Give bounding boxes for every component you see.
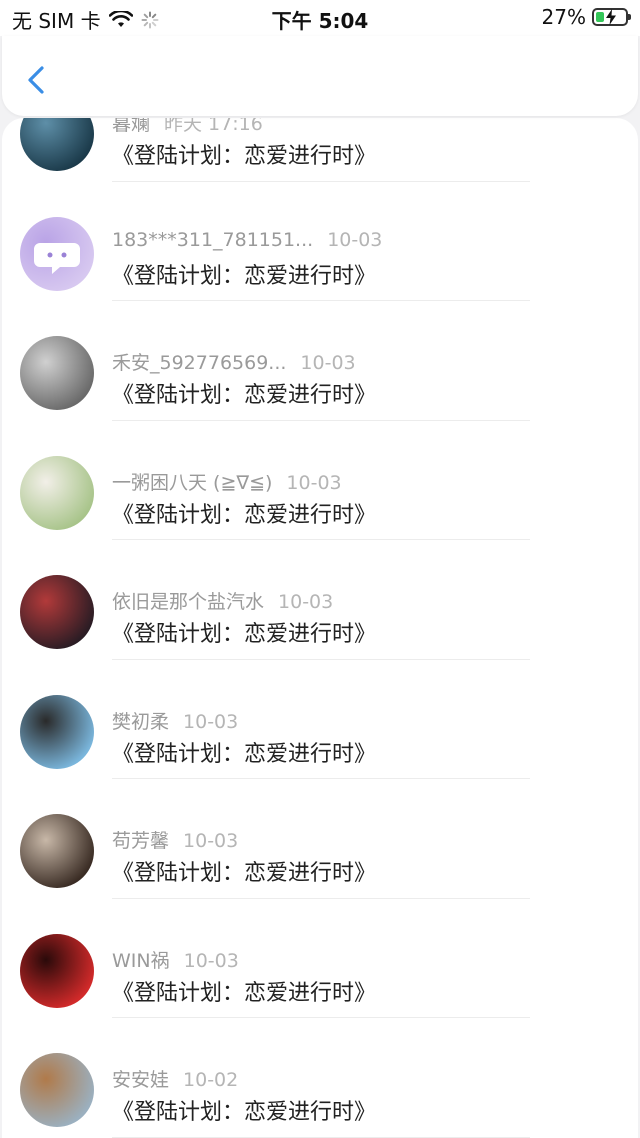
avatar[interactable] xyxy=(20,575,94,649)
charging-bolt-icon xyxy=(606,9,616,25)
user-name[interactable]: 依旧是那个盐汽水 xyxy=(112,591,264,613)
comment-meta: 安安娃 10-02 xyxy=(112,1065,238,1092)
user-name[interactable]: WIN祸 xyxy=(112,950,170,972)
avatar[interactable] xyxy=(20,336,94,410)
list-item[interactable]: 樊初柔 10-03 《登陆计划：恋爱进行时》 xyxy=(2,660,638,779)
comment-meta: 樊初柔 10-03 xyxy=(112,707,238,734)
book-title[interactable]: 《登陆计划：恋爱进行时》 xyxy=(112,975,376,1007)
comment-meta: 183***311_781151... 10-03 xyxy=(112,229,382,251)
comment-time: 10-03 xyxy=(327,228,383,251)
comment-meta: 苟芳馨 10-03 xyxy=(112,826,238,853)
list-item[interactable]: 苟芳馨 10-03 《登陆计划：恋爱进行时》 xyxy=(2,779,638,899)
book-title[interactable]: 《登陆计划：恋爱进行时》 xyxy=(112,377,376,409)
comment-time: 10-03 xyxy=(300,352,356,374)
book-title[interactable]: 《登陆计划：恋爱进行时》 xyxy=(112,258,376,290)
divider xyxy=(112,1136,530,1138)
user-name[interactable]: 一粥困八天 (≧∇≦) xyxy=(112,472,272,494)
avatar[interactable] xyxy=(20,216,94,291)
list-item[interactable]: 依旧是那个盐汽水 10-03 《登陆计划：恋爱进行时》 xyxy=(2,540,638,660)
battery-fill xyxy=(596,12,604,22)
user-name[interactable]: 禾安_592776569... xyxy=(112,352,286,374)
user-name[interactable]: 樊初柔 xyxy=(112,711,169,733)
comment-list-card: 暮斓 昨天 17:16 《登陆计划：恋爱进行时》 183***311_781151… xyxy=(2,118,638,1138)
comment-meta: 禾安_592776569... 10-03 xyxy=(112,348,356,375)
book-title[interactable]: 《登陆计划：恋爱进行时》 xyxy=(112,616,376,648)
list-item[interactable]: 禾安_592776569... 10-03 《登陆计划：恋爱进行时》 xyxy=(2,301,638,421)
screen: 无 SIM 卡 下午 5:04 27% 暮斓 昨天 17:16 《登陆计划：恋爱… xyxy=(0,0,640,1138)
user-name[interactable]: 183***311_781151... xyxy=(112,229,313,251)
chat-bubble-avatar-icon xyxy=(34,242,80,274)
avatar[interactable] xyxy=(20,118,94,171)
comment-time: 10-03 xyxy=(183,949,239,972)
comment-time: 昨天 17:16 xyxy=(164,118,263,135)
avatar[interactable] xyxy=(20,455,94,530)
comment-meta: 暮斓 昨天 17:16 xyxy=(112,118,263,136)
book-title[interactable]: 《登陆计划：恋爱进行时》 xyxy=(112,736,376,768)
avatar[interactable] xyxy=(20,814,94,888)
book-title[interactable]: 《登陆计划：恋爱进行时》 xyxy=(112,855,376,887)
list-item[interactable]: 183***311_781151... 10-03 《登陆计划：恋爱进行时》 xyxy=(2,182,638,301)
battery-icon xyxy=(592,8,631,26)
avatar[interactable] xyxy=(20,933,94,1008)
user-name[interactable]: 暮斓 xyxy=(112,118,150,135)
chevron-left-icon xyxy=(28,66,44,94)
list-item[interactable]: 安安娃 10-02 《登陆计划：恋爱进行时》 xyxy=(2,1018,638,1138)
avatar[interactable] xyxy=(20,694,94,769)
back-button[interactable] xyxy=(20,60,52,100)
book-title[interactable]: 《登陆计划：恋爱进行时》 xyxy=(112,1094,376,1126)
battery-percent: 27% xyxy=(541,5,586,29)
book-title[interactable]: 《登陆计划：恋爱进行时》 xyxy=(112,138,376,170)
comment-time: 10-03 xyxy=(183,710,239,733)
comment-time: 10-03 xyxy=(183,830,239,852)
user-name[interactable]: 安安娃 xyxy=(112,1069,169,1091)
nav-header xyxy=(2,36,638,116)
comment-time: 10-03 xyxy=(286,471,342,494)
avatar[interactable] xyxy=(20,1053,94,1127)
list-item[interactable]: 一粥困八天 (≧∇≦) 10-03 《登陆计划：恋爱进行时》 xyxy=(2,421,638,540)
list-item[interactable]: 暮斓 昨天 17:16 《登陆计划：恋爱进行时》 xyxy=(2,118,638,182)
comment-list: 暮斓 昨天 17:16 《登陆计划：恋爱进行时》 183***311_781151… xyxy=(2,118,638,1138)
user-name[interactable]: 苟芳馨 xyxy=(112,830,169,852)
status-right: 27% xyxy=(541,5,631,29)
comment-meta: 一粥困八天 (≧∇≦) 10-03 xyxy=(112,468,342,495)
comment-time: 10-03 xyxy=(278,591,334,613)
status-bar: 无 SIM 卡 下午 5:04 27% xyxy=(0,0,640,36)
comment-time: 10-02 xyxy=(183,1069,239,1091)
list-item[interactable]: WIN祸 10-03 《登陆计划：恋爱进行时》 xyxy=(2,899,638,1018)
comment-meta: WIN祸 10-03 xyxy=(112,946,239,973)
comment-meta: 依旧是那个盐汽水 10-03 xyxy=(112,587,333,614)
book-title[interactable]: 《登陆计划：恋爱进行时》 xyxy=(112,497,376,529)
